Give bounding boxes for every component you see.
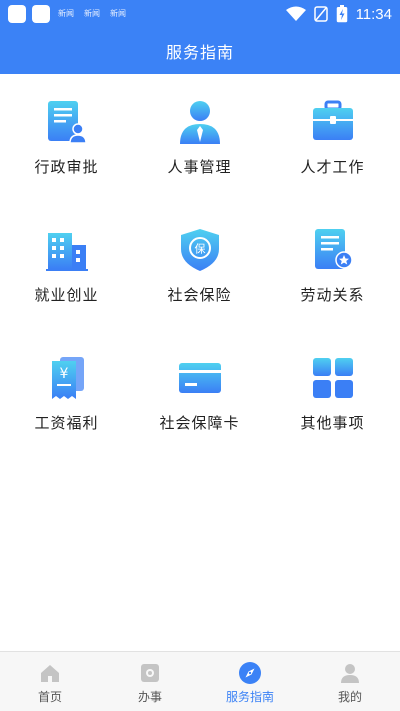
system-icons: 11:34 [285, 5, 392, 23]
service-item-admin-approval[interactable]: 行政审批 [0, 74, 133, 202]
service-label: 劳动关系 [300, 286, 365, 304]
notification-text: 新闻 [110, 9, 126, 18]
service-label: 就业创业 [34, 286, 99, 304]
service-item-employment[interactable]: 就业创业 [0, 202, 133, 330]
notification-text: 新闻 [84, 9, 100, 18]
bottom-nav: 首页 办事 服务指南 我的 [0, 651, 400, 711]
buildings-icon [43, 226, 91, 274]
shield-bao-icon: 保 [176, 226, 224, 274]
nav-item-profile[interactable]: 我的 [300, 652, 400, 711]
notification-app-icon [32, 5, 50, 23]
service-label: 人才工作 [300, 158, 365, 176]
person-tie-icon [176, 98, 224, 146]
svg-text:保: 保 [194, 242, 205, 256]
page-title: 服务指南 [165, 43, 234, 62]
status-bar: 新闻 新闻 新闻 11:34 [0, 0, 400, 28]
clock: 11:34 [355, 5, 392, 23]
service-item-personnel[interactable]: 人事管理 [133, 74, 266, 202]
nav-label: 服务指南 [225, 690, 274, 704]
service-label: 行政审批 [34, 158, 99, 176]
service-item-other[interactable]: 其他事项 [266, 330, 399, 458]
home-icon [38, 661, 62, 685]
certificate-icon [309, 226, 357, 274]
nav-item-tasks[interactable]: 办事 [100, 652, 200, 711]
header-bar: 服务指南 [0, 28, 400, 74]
nav-label: 首页 [37, 690, 62, 704]
nav-item-home[interactable]: 首页 [0, 652, 100, 711]
service-item-wages[interactable]: ¥ 工资福利 [0, 330, 133, 458]
notification-app-icon [8, 5, 26, 23]
battery-icon [336, 5, 348, 23]
service-label: 社会保险 [167, 286, 232, 304]
nav-label: 我的 [337, 690, 362, 704]
svg-text:¥: ¥ [59, 366, 68, 382]
nav-label: 办事 [137, 690, 162, 704]
compass-icon [238, 661, 262, 685]
service-label: 人事管理 [167, 158, 232, 176]
nav-item-service-guide[interactable]: 服务指南 [200, 652, 300, 711]
yuan-receipt-icon: ¥ [43, 354, 91, 402]
service-item-social-security-card[interactable]: 社会保障卡 [133, 330, 266, 458]
document-user-icon [43, 98, 91, 146]
grid-squares-icon [309, 354, 357, 402]
service-item-social-insurance[interactable]: 保 社会保险 [133, 202, 266, 330]
service-label: 社会保障卡 [159, 414, 240, 432]
service-label: 其他事项 [300, 414, 365, 432]
briefcase-icon [309, 98, 357, 146]
service-item-talent[interactable]: 人才工作 [266, 74, 399, 202]
service-guide-screen: 新闻 新闻 新闻 11:34 服务指南 行政审批 人事管理 人才工作 就业创业 … [0, 0, 400, 711]
person-icon [338, 661, 362, 685]
card-icon [176, 354, 224, 402]
service-label: 工资福利 [34, 414, 99, 432]
service-item-labor-relations[interactable]: 劳动关系 [266, 202, 399, 330]
wifi-icon [285, 6, 306, 22]
notification-text: 新闻 [58, 9, 74, 18]
notification-area: 新闻 新闻 新闻 [8, 5, 128, 23]
no-signal-icon [313, 6, 328, 22]
camera-frame-icon [138, 661, 162, 685]
